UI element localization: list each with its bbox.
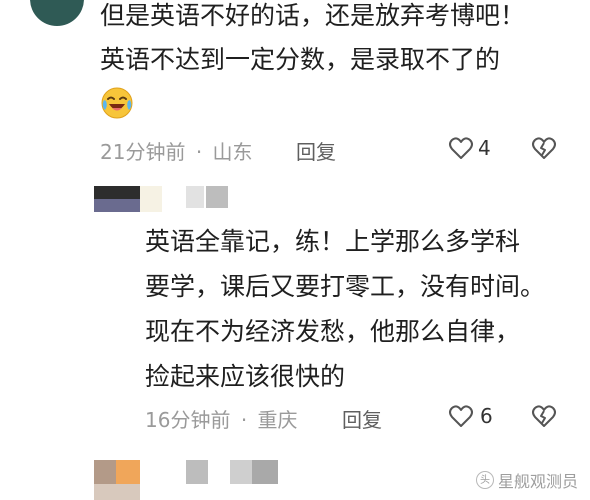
reply-text-line: 捡起来应该很快的 — [145, 362, 346, 391]
blurred-username-block — [140, 186, 162, 212]
blurred-username-block — [206, 186, 228, 208]
comment-time: 21分钟前 — [100, 140, 186, 164]
comment-text-line: 但是英语不好的话，还是放弃考博吧！ — [100, 1, 526, 30]
reply-meta: 16分钟前 · 重庆 — [145, 404, 298, 433]
watermark-text: 星舰观测员 — [497, 472, 578, 491]
comment-location: 山东 — [212, 140, 253, 164]
blurred-username-block — [186, 460, 208, 484]
blurred-username-block — [252, 460, 278, 484]
comment-meta: 21分钟前 · 山东 — [100, 136, 253, 165]
reply-time: 16分钟前 — [145, 408, 231, 432]
reply-author-avatar[interactable] — [94, 186, 140, 212]
reply-location: 重庆 — [257, 408, 298, 432]
like-heart-icon[interactable] — [447, 134, 475, 162]
reply-button[interactable]: 回复 — [342, 404, 382, 433]
like-heart-icon[interactable] — [447, 402, 475, 430]
blurred-username-block — [186, 186, 204, 208]
commenter-avatar[interactable] — [30, 0, 84, 26]
like-count: 4 — [478, 136, 491, 160]
like-count: 6 — [480, 404, 493, 428]
dislike-broken-heart-icon[interactable] — [530, 402, 558, 430]
laughing-crying-emoji-icon — [100, 86, 134, 120]
meta-separator: · — [240, 408, 248, 432]
reply-text-line: 英语全靠记，练！上学那么多学科 — [145, 227, 521, 256]
reply-text-line: 要学，课后又要打零工，没有时间。 — [145, 272, 546, 301]
meta-separator: · — [195, 140, 203, 164]
reply-text-line: 现在不为经济发愁，他那么自律， — [145, 317, 521, 346]
next-author-avatar[interactable] — [94, 460, 140, 500]
blurred-username-block — [230, 460, 252, 484]
comment-text-line: 英语不达到一定分数，是录取不了的 — [100, 45, 501, 74]
watermark: 头 星舰观测员 — [475, 468, 578, 492]
reply-button[interactable]: 回复 — [296, 136, 336, 165]
watermark-logo-icon: 头 — [475, 471, 494, 489]
dislike-broken-heart-icon[interactable] — [530, 134, 558, 162]
